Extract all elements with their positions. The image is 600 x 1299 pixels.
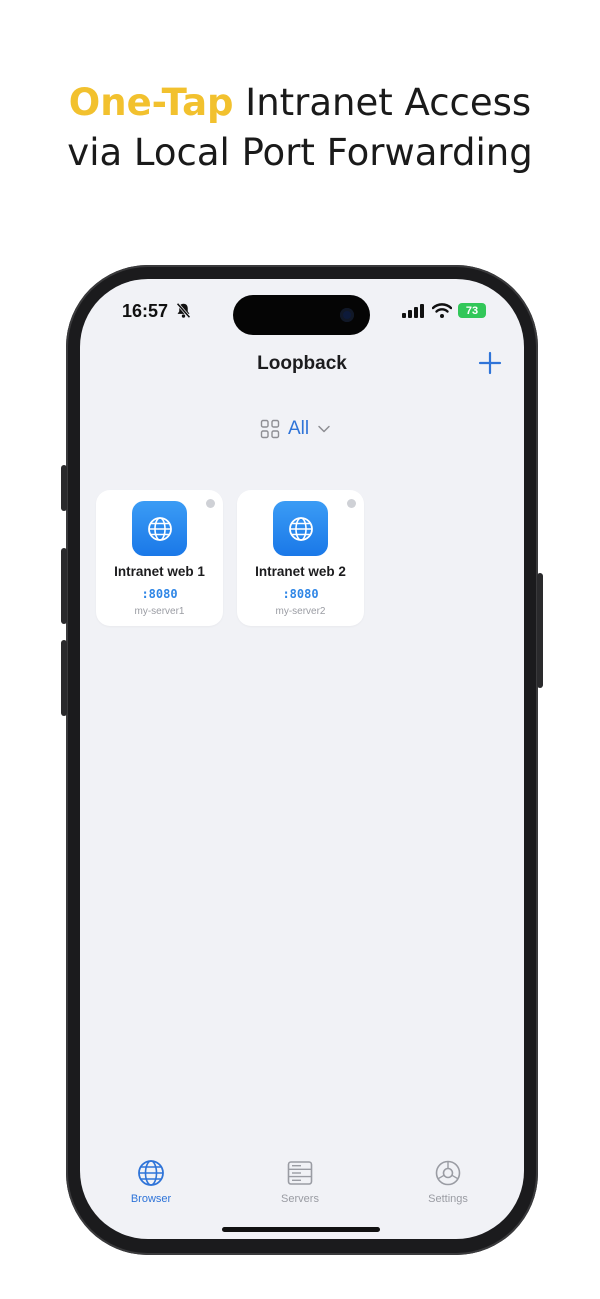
home-indicator[interactable]	[222, 1227, 380, 1232]
nav-title: Loopback	[257, 353, 347, 374]
volume-down-button	[61, 640, 67, 716]
front-camera	[340, 308, 354, 322]
headline-line-1-rest: Intranet Access	[233, 81, 532, 124]
status-dot	[347, 499, 356, 508]
status-dot	[206, 499, 215, 508]
tab-label: Browser	[130, 1193, 172, 1205]
tab-label: Settings	[428, 1193, 468, 1205]
globe-icon	[288, 516, 313, 541]
filter-dropdown[interactable]: All	[260, 418, 331, 440]
status-bar-time: 16:57	[122, 301, 192, 322]
tab-browser[interactable]: Browser	[101, 1159, 201, 1205]
headline-line-1: One-Tap Intranet Access	[0, 78, 600, 128]
card-app-icon	[132, 501, 187, 556]
chevron-down-icon	[318, 425, 330, 433]
status-bar-right: 73	[402, 303, 486, 318]
headline-accent: One-Tap	[68, 81, 234, 124]
phone-screen: 16:57 73 Loopback All Intranet web 1:80…	[80, 279, 524, 1239]
card-port: :8080	[141, 587, 178, 601]
cellular-signal-icon	[402, 303, 424, 318]
action-button	[61, 465, 67, 511]
promo-headline: One-Tap Intranet Access via Local Port F…	[0, 78, 600, 178]
plus-icon[interactable]	[478, 351, 502, 375]
forward-card[interactable]: Intranet web 2 :8080 my-server2	[237, 490, 364, 626]
card-port: :8080	[282, 587, 319, 601]
card-name: Intranet web 2	[255, 564, 346, 579]
status-time-text: 16:57	[122, 301, 169, 321]
globe-icon	[147, 516, 172, 541]
volume-up-button	[61, 548, 67, 624]
globe-icon	[138, 1160, 164, 1186]
forward-card[interactable]: Intranet web 1 :8080 my-server1	[96, 490, 223, 626]
card-name: Intranet web 1	[114, 564, 205, 579]
card-server: my-server1	[134, 606, 185, 617]
card-server: my-server2	[275, 606, 326, 617]
battery-icon: 73	[458, 303, 486, 318]
tab-label: Servers	[281, 1193, 319, 1205]
card-app-icon	[273, 501, 328, 556]
server-icon	[287, 1161, 313, 1185]
headline-line-2: via Local Port Forwarding	[67, 131, 533, 174]
tab-settings[interactable]: Settings	[398, 1159, 498, 1205]
tab-servers[interactable]: Servers	[250, 1159, 350, 1205]
wifi-icon	[432, 303, 452, 318]
bell-slash-icon	[176, 302, 191, 319]
dynamic-island	[233, 295, 370, 335]
power-button	[537, 573, 543, 688]
grid-icon	[260, 419, 280, 439]
filter-label: All	[288, 418, 310, 439]
battery-level: 73	[465, 304, 479, 317]
gear-icon	[435, 1160, 461, 1186]
